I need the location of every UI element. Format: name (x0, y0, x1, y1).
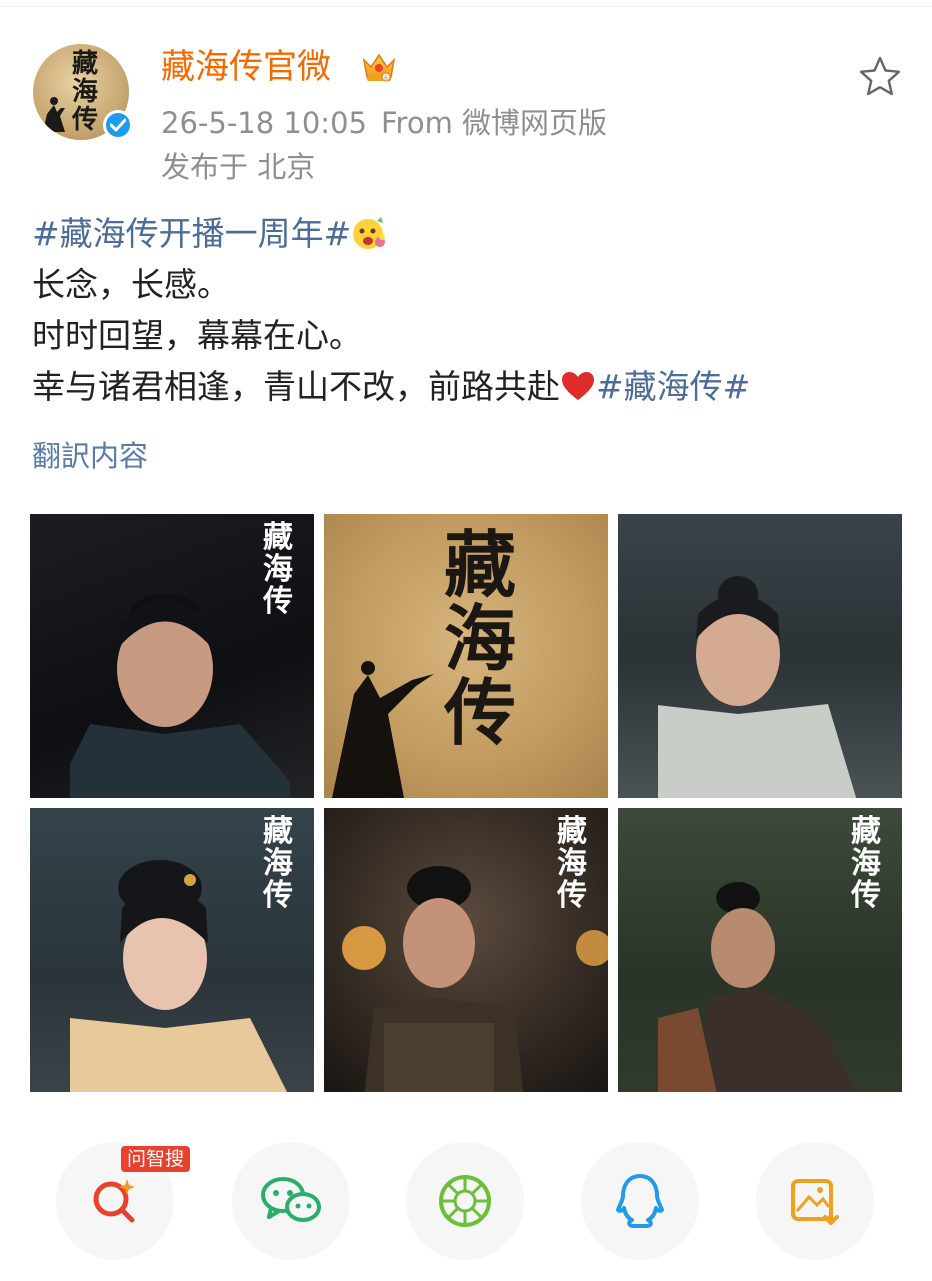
post-line-2: 时时回望，幕幕在心。 (32, 316, 362, 355)
qq-icon (616, 1174, 664, 1228)
wechat-icon (261, 1177, 321, 1222)
photo-logo-text: 藏海传 (557, 814, 587, 913)
ai-search-badge: 问智搜 (121, 1146, 191, 1172)
photo-person-figure (658, 882, 855, 1092)
photo-person-figure (364, 866, 524, 1092)
photo-3[interactable] (618, 514, 902, 798)
photo-logo-text: 藏海传 (851, 814, 881, 913)
svg-text:6: 6 (384, 75, 388, 82)
post-meta: 26-5-18 10:05 From 微博网页版 (161, 104, 607, 142)
post-line-3: 幸与诸君相逢，青山不改，前路共赴 #藏海传# (32, 361, 912, 412)
post-line-3-text: 幸与诸君相逢，青山不改，前路共赴 (32, 367, 560, 406)
photo-6[interactable]: 藏海传 (618, 808, 902, 1092)
favorite-star-icon[interactable] (856, 54, 904, 100)
photo-dancer-silhouette (332, 661, 434, 798)
photo-1[interactable]: 藏海传 (30, 514, 314, 798)
photo-logo-text: 藏海传 (263, 814, 293, 913)
post-source[interactable]: From 微博网页版 (381, 106, 607, 140)
photo-5[interactable]: 藏海传 (324, 808, 608, 1092)
username[interactable]: 藏海传官微 (161, 44, 331, 90)
photo-logo-text: 藏海传 (263, 520, 293, 619)
translate-link[interactable]: 翻訳内容 (32, 434, 148, 478)
celebrate-emoji-icon (353, 217, 386, 249)
share-wechat-button[interactable] (232, 1142, 350, 1260)
moments-icon (439, 1175, 491, 1227)
red-heart-icon (562, 372, 594, 400)
verified-badge-icon (103, 110, 133, 140)
avatar[interactable]: 藏海传 (33, 44, 133, 140)
hashtag-show[interactable]: #藏海传# (596, 367, 750, 406)
photo-2[interactable]: 藏海传 (324, 514, 608, 798)
top-divider (0, 6, 932, 7)
save-image-icon (791, 1179, 839, 1225)
photo-4[interactable]: 藏海传 (30, 808, 314, 1092)
photo-person-figure (658, 576, 857, 798)
photo-person-figure (70, 594, 290, 798)
post-line-1: 长念，长感。 (32, 265, 230, 304)
post-date: 26-5-18 10:05 (161, 106, 367, 140)
avatar-logo-text: 藏海传 (71, 49, 98, 135)
share-qq-button[interactable] (581, 1142, 699, 1260)
search-ai-icon (93, 1179, 135, 1223)
avatar-figure-silhouette (43, 97, 65, 132)
photo-person-figure (70, 860, 287, 1092)
share-moments-button[interactable] (406, 1142, 524, 1260)
vip-crown-icon[interactable]: 6 (361, 50, 397, 84)
post-line-hashtag: #藏海传开播一周年# (32, 208, 912, 259)
post-location: 发布于 北京 (161, 150, 316, 184)
post-content: #藏海传开播一周年# 长念，长感。 时时回望，幕幕在心。 幸与诸君相逢，青山不改… (32, 208, 912, 412)
photo-grid: 藏海传 藏海传 藏海传 藏海传 藏海传 (30, 514, 902, 1092)
save-image-button[interactable] (756, 1142, 874, 1260)
hashtag-main[interactable]: #藏海传开播一周年# (32, 214, 351, 253)
